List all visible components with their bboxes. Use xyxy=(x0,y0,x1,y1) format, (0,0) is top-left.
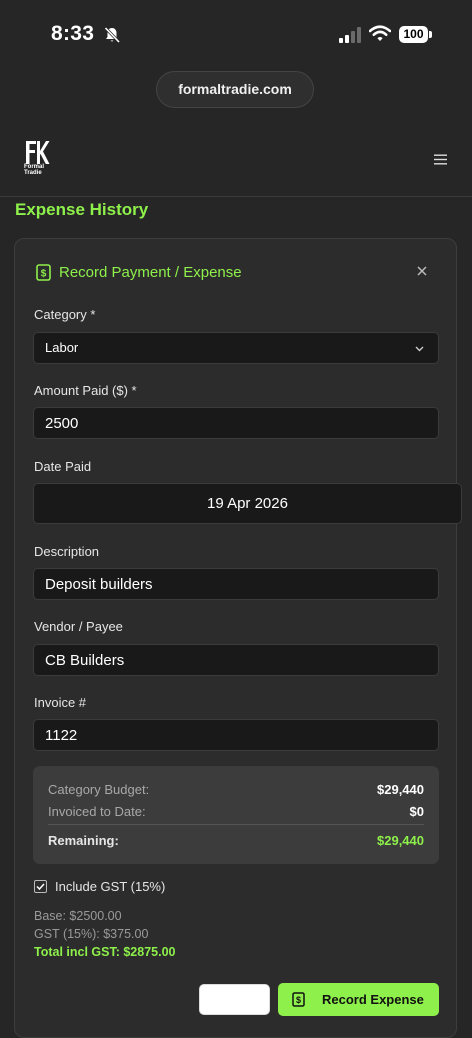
gst-amount: GST (15%): $375.00 xyxy=(34,927,149,941)
site-header: Formal Tradie xyxy=(0,128,472,197)
dollar-bill-icon: $ xyxy=(36,264,51,281)
check-icon xyxy=(36,883,45,891)
chevron-down-icon xyxy=(415,346,424,352)
category-select[interactable]: Labor xyxy=(33,332,439,364)
svg-text:$: $ xyxy=(41,269,47,280)
status-bar: 8:33 100 xyxy=(0,0,472,70)
vendor-input[interactable] xyxy=(33,644,439,676)
description-input[interactable] xyxy=(33,568,439,600)
dollar-bill-icon: $ xyxy=(292,992,305,1007)
logo-line-2: Tradie xyxy=(24,170,42,176)
bell-slash-icon xyxy=(104,26,121,44)
invoiced-value: $0 xyxy=(409,804,424,819)
gst-checkbox[interactable] xyxy=(34,880,47,893)
battery-icon: 100 xyxy=(399,26,433,43)
category-label: Category * xyxy=(34,307,96,322)
page-title: Expense History xyxy=(15,200,149,219)
amount-input[interactable] xyxy=(33,407,439,439)
record-expense-label: Record Expense xyxy=(322,992,424,1007)
svg-text:$: $ xyxy=(296,995,301,1005)
invoice-label: Invoice # xyxy=(34,695,87,710)
category-budget-value: $29,440 xyxy=(377,782,424,797)
remaining-label: Remaining: xyxy=(48,833,119,848)
logo-wordmark: Formal Tradie xyxy=(24,164,44,176)
category-budget-label: Category Budget: xyxy=(48,782,150,797)
vendor-label: Vendor / Payee xyxy=(34,619,123,634)
remaining-value: $29,440 xyxy=(377,833,424,848)
menu-icon[interactable] xyxy=(434,154,447,165)
invoiced-label: Invoiced to Date: xyxy=(48,804,146,819)
date-input[interactable]: 19 Apr 2026 xyxy=(33,483,462,524)
description-label: Description xyxy=(34,544,100,559)
card-title: Record Payment / Expense xyxy=(59,264,242,281)
date-label: Date Paid xyxy=(34,459,92,474)
record-expense-button[interactable]: $ Record Expense xyxy=(278,983,439,1016)
logo-icon[interactable] xyxy=(24,140,50,166)
status-time: 8:33 xyxy=(51,22,95,45)
url-bar[interactable]: formaltradie.com xyxy=(156,71,314,108)
total-incl-gst: Total incl GST: $2875.00 xyxy=(34,945,176,959)
close-icon[interactable] xyxy=(415,264,429,278)
amount-label: Amount Paid ($) * xyxy=(34,383,137,398)
invoice-input[interactable] xyxy=(33,719,439,751)
signal-icon xyxy=(339,27,361,43)
budget-divider xyxy=(48,824,424,825)
cancel-button[interactable] xyxy=(199,984,270,1015)
gst-label[interactable]: Include GST (15%) xyxy=(55,879,165,894)
battery-level: 100 xyxy=(399,26,428,43)
wifi-icon xyxy=(369,25,391,41)
base-amount: Base: $2500.00 xyxy=(34,909,122,923)
